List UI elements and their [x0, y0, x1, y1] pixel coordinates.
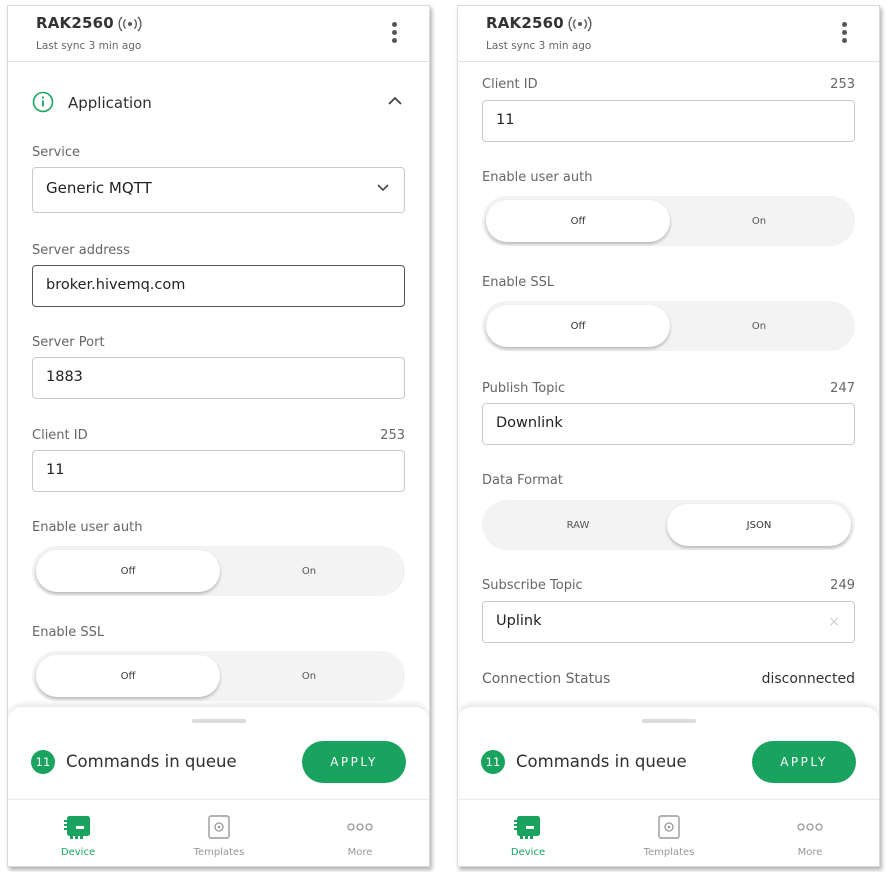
- phone-screen-left: RAK2560 Last sync 3 min ago Application …: [7, 5, 430, 867]
- ssl-toggle[interactable]: Off On: [482, 301, 855, 351]
- section-title: Application: [68, 94, 152, 112]
- device-board-icon: [514, 816, 540, 839]
- kebab-menu-icon[interactable]: [839, 22, 849, 46]
- client-id-label: Client ID: [32, 428, 88, 443]
- server-address-value: broker.hivemq.com: [46, 277, 186, 293]
- tab-templates-label: Templates: [193, 847, 245, 858]
- templates-icon: [658, 815, 680, 839]
- sheet-drag-handle[interactable]: [641, 719, 696, 723]
- subscribe-topic-field[interactable]: Uplink ×: [482, 601, 855, 643]
- user-auth-label: Enable user auth: [32, 520, 143, 535]
- more-dots-icon: [797, 823, 823, 831]
- data-format-raw-option[interactable]: RAW: [486, 504, 670, 546]
- tab-device[interactable]: Device: [8, 800, 148, 866]
- command-queue-sheet: 11 Commands in queue APPLY: [458, 706, 879, 798]
- more-dots-icon: [347, 823, 373, 831]
- ssl-off-option[interactable]: Off: [486, 305, 670, 347]
- ssl-label: Enable SSL: [482, 275, 555, 290]
- user-auth-label: Enable user auth: [482, 170, 593, 185]
- tab-more-label: More: [797, 847, 823, 858]
- ssl-off-option[interactable]: Off: [36, 655, 220, 697]
- sheet-drag-handle[interactable]: [191, 719, 246, 723]
- clear-icon[interactable]: ×: [828, 614, 840, 630]
- data-format-label: Data Format: [482, 473, 563, 488]
- templates-icon: [208, 815, 230, 839]
- ssl-label: Enable SSL: [32, 625, 105, 640]
- user-auth-off-option[interactable]: Off: [36, 550, 220, 592]
- chevron-down-icon: [377, 184, 389, 192]
- user-auth-toggle[interactable]: Off On: [32, 546, 405, 596]
- subscribe-topic-label: Subscribe Topic: [482, 578, 583, 593]
- server-port-value: 1883: [46, 369, 83, 385]
- service-value: Generic MQTT: [46, 179, 152, 197]
- apply-button[interactable]: APPLY: [302, 741, 406, 783]
- tab-device-label: Device: [60, 847, 96, 858]
- command-queue-sheet: 11 Commands in queue APPLY: [8, 706, 429, 798]
- tab-templates-label: Templates: [643, 847, 695, 858]
- client-id-char-count: 253: [380, 428, 405, 443]
- tab-device[interactable]: Device: [458, 800, 598, 866]
- info-icon: [32, 91, 54, 113]
- user-auth-on-option[interactable]: On: [217, 550, 401, 592]
- apply-button[interactable]: APPLY: [752, 741, 856, 783]
- queue-count-badge: 11: [481, 750, 505, 774]
- server-port-label: Server Port: [32, 335, 105, 350]
- subscribe-topic-value: Uplink: [496, 613, 542, 629]
- client-id-field[interactable]: 11: [32, 450, 405, 492]
- device-name: RAK2560: [486, 14, 564, 32]
- client-id-char-count: 253: [830, 77, 855, 92]
- ssl-toggle[interactable]: Off On: [32, 651, 405, 701]
- publish-topic-field[interactable]: Downlink: [482, 403, 855, 445]
- client-id-label: Client ID: [482, 77, 538, 92]
- kebab-menu-icon[interactable]: [389, 22, 399, 46]
- device-board-icon: [64, 816, 90, 839]
- signal-broadcast-icon: [118, 16, 142, 32]
- user-auth-off-option[interactable]: Off: [486, 200, 670, 242]
- section-header-application[interactable]: Application: [32, 91, 405, 117]
- phone-screen-right: RAK2560 Last sync 3 min ago Client ID 25…: [457, 5, 880, 867]
- tab-more[interactable]: More: [740, 800, 879, 866]
- user-auth-toggle[interactable]: Off On: [482, 196, 855, 246]
- bottom-tab-bar: Device Templates More: [458, 799, 879, 866]
- settings-content[interactable]: Client ID 253 11 Enable user auth Off On…: [458, 63, 879, 703]
- server-address-label: Server address: [32, 243, 130, 258]
- queue-count-badge: 11: [31, 750, 55, 774]
- client-id-value: 11: [46, 462, 65, 478]
- tab-device-label: Device: [510, 847, 546, 858]
- bottom-tab-bar: Device Templates More: [8, 799, 429, 866]
- subscribe-topic-char-count: 249: [830, 578, 855, 593]
- service-label: Service: [32, 145, 81, 160]
- tab-more[interactable]: More: [290, 800, 429, 866]
- chevron-up-icon[interactable]: [387, 95, 403, 107]
- publish-topic-label: Publish Topic: [482, 381, 566, 396]
- settings-content[interactable]: Application Service Generic MQTT Server …: [8, 63, 429, 703]
- tab-templates[interactable]: Templates: [599, 800, 739, 866]
- client-id-value: 11: [496, 112, 515, 128]
- server-address-field[interactable]: broker.hivemq.com: [32, 265, 405, 307]
- connection-status-label: Connection Status: [482, 671, 611, 687]
- connection-status-value: disconnected: [761, 671, 855, 687]
- ssl-on-option[interactable]: On: [217, 655, 401, 697]
- data-format-toggle[interactable]: RAW JSON: [482, 500, 855, 550]
- queue-text: Commands in queue: [516, 752, 687, 771]
- publish-topic-char-count: 247: [830, 381, 855, 396]
- data-format-json-option[interactable]: JSON: [667, 504, 851, 546]
- queue-text: Commands in queue: [66, 752, 237, 771]
- device-name: RAK2560: [36, 14, 114, 32]
- user-auth-on-option[interactable]: On: [667, 200, 851, 242]
- last-sync-text: Last sync 3 min ago: [36, 40, 142, 52]
- signal-broadcast-icon: [568, 16, 592, 32]
- tab-more-label: More: [347, 847, 373, 858]
- client-id-field[interactable]: 11: [482, 100, 855, 142]
- service-select[interactable]: Generic MQTT: [32, 167, 405, 213]
- server-port-field[interactable]: 1883: [32, 357, 405, 399]
- app-header: RAK2560 Last sync 3 min ago: [8, 6, 429, 62]
- tab-templates[interactable]: Templates: [149, 800, 289, 866]
- ssl-on-option[interactable]: On: [667, 305, 851, 347]
- last-sync-text: Last sync 3 min ago: [486, 40, 592, 52]
- app-header: RAK2560 Last sync 3 min ago: [458, 6, 879, 62]
- publish-topic-value: Downlink: [496, 415, 563, 431]
